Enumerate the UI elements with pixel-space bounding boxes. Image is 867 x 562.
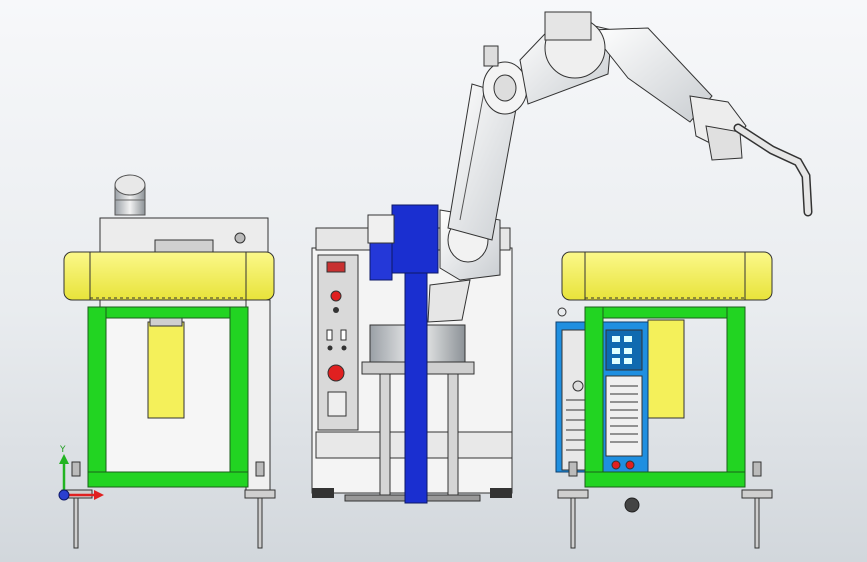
- origin-sphere-icon: [58, 489, 70, 501]
- left-frame-base-rail: [87, 471, 249, 488]
- housing-knob: [234, 232, 246, 244]
- red-pushbutton: [330, 290, 342, 302]
- right-yellow-plate: [647, 319, 685, 419]
- welding-torch: [733, 123, 813, 217]
- right-yellow-top-cover: [561, 251, 773, 301]
- y-axis-arrow-icon: [59, 454, 69, 495]
- right-frame-base-rail: [584, 471, 746, 488]
- emergency-stop-button: [327, 364, 345, 382]
- robot-column-blue: [404, 272, 428, 504]
- yellow-top-cover: [63, 251, 275, 301]
- left-equipment-frame: [61, 174, 276, 549]
- right-frame-post-left: [584, 306, 604, 488]
- cad-viewport[interactable]: Y: [0, 0, 867, 562]
- robot-base-blue: [391, 204, 439, 274]
- display-indicator: [326, 261, 346, 273]
- left-frame-post-right: [229, 306, 249, 488]
- right-frame-post-right: [726, 306, 746, 488]
- y-axis-label: Y: [59, 445, 66, 455]
- power-supply-caster: [624, 497, 640, 513]
- signal-beacon: [114, 174, 146, 216]
- right-welding-station-frame: [555, 251, 773, 549]
- assembly-drawing: Y: [58, 11, 813, 549]
- yellow-hanging-plate: [147, 321, 185, 419]
- left-frame-post-left: [87, 306, 107, 488]
- housing-window: [154, 239, 214, 253]
